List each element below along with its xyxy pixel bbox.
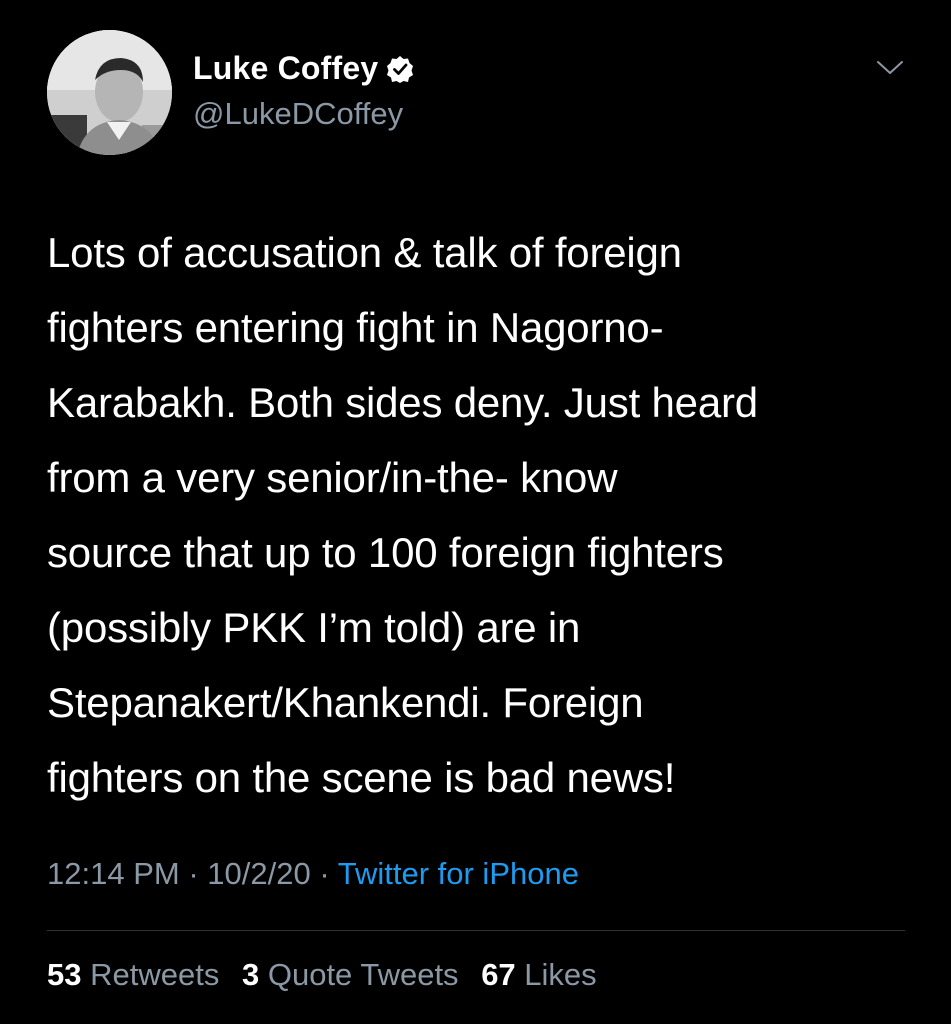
tweet-header: Luke Coffey @LukeDCoffey — [47, 30, 917, 155]
tweet-date[interactable]: 10/2/20 — [207, 856, 310, 891]
likes-label: Likes — [524, 957, 597, 992]
meta-separator: · — [188, 856, 199, 891]
tweet-detail: Luke Coffey @LukeDCoffey Lots of accusat… — [0, 0, 951, 1024]
meta-separator: · — [319, 856, 330, 891]
profile-photo-icon — [47, 30, 172, 155]
tweet-source-link[interactable]: Twitter for iPhone — [338, 856, 579, 891]
tweet-text: Lots of accusation & talk of foreign fig… — [47, 229, 758, 801]
likes-stat[interactable]: 67 Likes — [481, 957, 596, 992]
likes-count: 67 — [481, 957, 516, 992]
chevron-down-icon[interactable] — [875, 58, 905, 78]
tweet-meta: 12:14 PM · 10/2/20 · Twitter for iPhone — [47, 856, 579, 892]
display-name[interactable]: Luke Coffey — [193, 50, 378, 87]
quote-tweets-label: Quote Tweets — [267, 957, 459, 992]
name-row: Luke Coffey — [193, 50, 414, 87]
retweets-count: 53 — [47, 957, 82, 992]
retweets-label: Retweets — [90, 957, 220, 992]
retweets-stat[interactable]: 53 Retweets — [47, 957, 219, 992]
quote-tweets-count: 3 — [241, 957, 260, 992]
engagement-stats: 53 Retweets 3 Quote Tweets 67 Likes — [47, 957, 611, 993]
quote-tweets-stat[interactable]: 3 Quote Tweets — [242, 957, 459, 992]
tweet-time[interactable]: 12:14 PM — [47, 856, 180, 891]
divider — [47, 930, 905, 931]
verified-badge-icon — [386, 55, 414, 83]
avatar[interactable] — [47, 30, 172, 155]
user-handle[interactable]: @LukeDCoffey — [193, 96, 403, 132]
